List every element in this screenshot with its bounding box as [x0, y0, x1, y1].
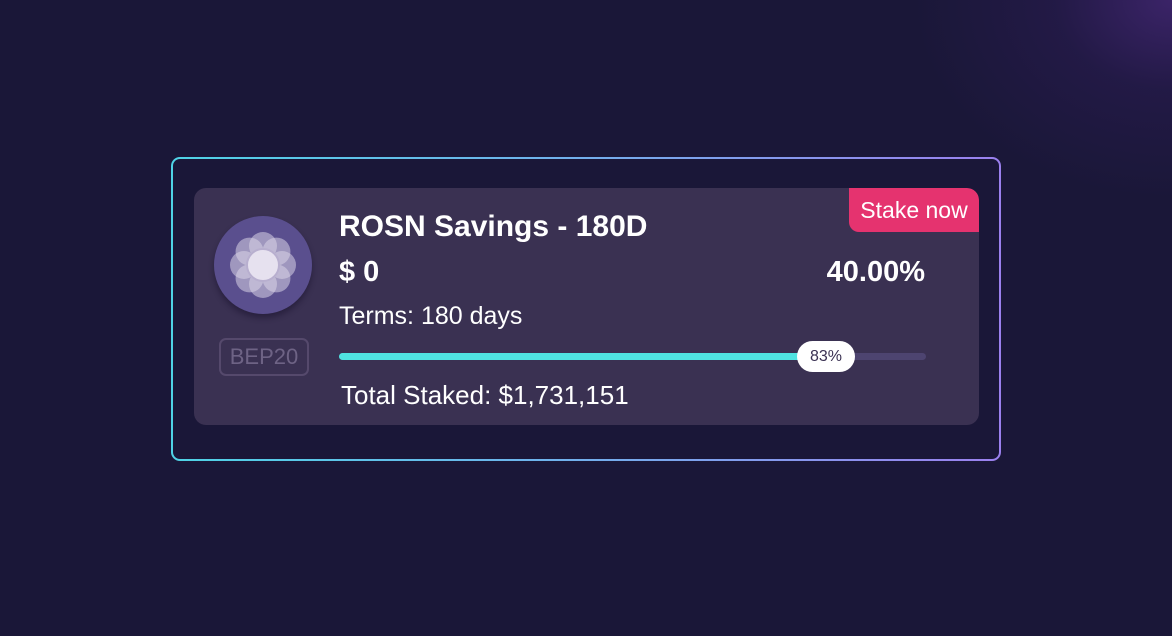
progress-bar: 83%	[339, 341, 926, 372]
pool-terms: Terms: 180 days	[339, 302, 523, 330]
progress-label: 83%	[797, 341, 855, 372]
pool-title: ROSN Savings - 180D	[339, 210, 648, 243]
network-badge: BEP20	[219, 338, 309, 376]
total-staked: Total Staked: $1,731,151	[341, 380, 629, 410]
staking-pool-card: Stake now BEP20 ROSN Savings - 180D $ 0 …	[194, 188, 979, 425]
flower-logo-icon	[214, 216, 312, 314]
progress-fill	[339, 353, 826, 360]
apy-value: 40.00%	[826, 256, 925, 288]
stake-now-button[interactable]: Stake now	[849, 188, 979, 232]
staked-balance: $ 0	[339, 256, 380, 288]
